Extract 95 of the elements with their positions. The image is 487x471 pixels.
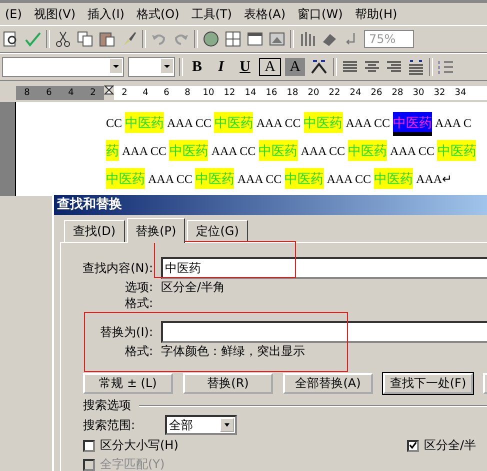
tab[interactable]: 查找(D) xyxy=(64,220,125,242)
dialog-button[interactable]: 常规 ± (L) xyxy=(83,373,173,394)
format-button[interactable]: A xyxy=(259,58,281,76)
ruler-number: 8 xyxy=(184,88,192,98)
ruler-number: 24 xyxy=(348,88,362,98)
document-text: 中医药 xyxy=(169,140,208,161)
scope-label: 搜索范围: xyxy=(83,416,136,434)
copy-icon[interactable] xyxy=(76,30,94,48)
document-text: AAA CC xyxy=(255,116,302,130)
ruler-number: 2 xyxy=(120,88,128,98)
window-icon[interactable] xyxy=(246,30,264,48)
brush-icon[interactable] xyxy=(120,30,138,48)
replace-label: 替换为(I): xyxy=(99,324,154,340)
document-text: 中医药 xyxy=(304,112,343,133)
menu-item[interactable]: 表格(A) xyxy=(238,6,291,22)
ruler-number: 6 xyxy=(162,88,170,98)
menu-item[interactable]: 窗口(W) xyxy=(292,6,348,22)
format-button[interactable]: A xyxy=(285,58,305,76)
ruler-number: 14 xyxy=(244,88,258,98)
document-text: 中医药 xyxy=(393,112,432,136)
document-text: 中医药 xyxy=(348,140,388,161)
document-text: 中医药 xyxy=(125,112,164,133)
format-label: 格式: xyxy=(124,294,154,312)
format-label: 格式: xyxy=(124,342,154,360)
document-text: AAA CC xyxy=(210,144,257,158)
options-label: 选项: xyxy=(124,278,154,296)
ruler-number: 28 xyxy=(390,88,404,98)
document-text: AAA CC xyxy=(166,116,212,130)
ruler-number: 26 xyxy=(370,88,384,98)
dialog-button[interactable]: 查找下一处(F) xyxy=(383,373,473,394)
document-text: AAA CC xyxy=(236,172,283,186)
distribute-icon[interactable] xyxy=(407,58,425,76)
find-label: 查找内容(N): xyxy=(82,260,154,276)
checkbox-label: 全字匹配(Y) xyxy=(100,456,165,471)
paste-icon[interactable] xyxy=(98,30,116,48)
menu-item[interactable]: 视图(V) xyxy=(28,6,81,22)
ruler-number: 22 xyxy=(328,88,342,98)
document-text: CC xyxy=(106,116,124,130)
ruler-number: 4 xyxy=(67,88,75,98)
ruler-number: 20 xyxy=(306,88,320,98)
find-field[interactable]: 中医药 xyxy=(161,257,487,279)
document-text: AAA CC xyxy=(389,144,436,158)
replace-field[interactable] xyxy=(161,321,487,343)
scope-dropdown[interactable]: 全部 xyxy=(165,415,237,435)
format-button[interactable]: B xyxy=(187,58,207,76)
ruler-number: 10 xyxy=(202,88,216,98)
numbered-list-icon[interactable] xyxy=(437,58,455,76)
menu-item[interactable]: 格式(O) xyxy=(131,6,184,22)
table-icon[interactable] xyxy=(224,30,242,48)
ruler-number: 30 xyxy=(412,88,426,98)
cut-icon[interactable] xyxy=(54,30,72,48)
ruler-number: 6 xyxy=(45,88,53,98)
document-text: 中医药 xyxy=(284,168,324,189)
document-text: 药 xyxy=(106,140,119,161)
ruler-number: 12 xyxy=(222,88,236,98)
ruler-number: 8 xyxy=(23,88,31,98)
checkbox[interactable] xyxy=(83,440,95,452)
document-text: 中医药 xyxy=(195,168,234,189)
dialog-button[interactable]: 全部替换(A) xyxy=(283,373,373,394)
document-text: AAA CC xyxy=(300,144,346,158)
format-button[interactable]: I xyxy=(211,58,231,76)
document-text: AAA↵ xyxy=(415,172,452,186)
document-text: AAA CC xyxy=(147,172,194,186)
tab[interactable]: 定位(G) xyxy=(187,220,248,242)
document-text: AAA CC xyxy=(326,172,372,186)
dialog-button[interactable]: 替换(R) xyxy=(183,373,273,394)
menu-item[interactable]: (E) xyxy=(0,7,27,21)
document-text: 中医药 xyxy=(106,168,145,189)
options-text: 区分全/半角 xyxy=(161,278,226,296)
document-text: AAA CC xyxy=(344,116,392,130)
menu-item[interactable]: 工具(T) xyxy=(186,6,237,22)
ruler-number: 16 xyxy=(264,88,278,98)
section-title: 搜索选项 xyxy=(83,397,131,414)
document-text: 中医药 xyxy=(258,140,298,161)
format-text: 字体颜色：鲜绿，突出显示 xyxy=(161,342,305,360)
document-text: 中医药 xyxy=(437,140,476,161)
ruler-number: 32 xyxy=(432,88,446,98)
menu-item[interactable]: 帮助(H) xyxy=(350,6,402,22)
menu-item[interactable]: 插入(I) xyxy=(82,6,130,22)
char-scale-icon[interactable] xyxy=(309,58,329,76)
ruler-number: 34 xyxy=(454,88,468,98)
checkbox-label: 区分大小写(H) xyxy=(100,437,178,454)
document-text: AAA CC xyxy=(121,144,168,158)
picture-frame-icon[interactable] xyxy=(268,30,286,48)
checkbox[interactable] xyxy=(406,440,419,452)
format-button[interactable]: U xyxy=(235,58,255,76)
document-text: AAA C xyxy=(434,116,472,130)
ruler-number: 18 xyxy=(286,88,300,98)
ruler-number: 2 xyxy=(89,88,97,98)
ruler-number: 4 xyxy=(142,88,150,98)
document-text: 中医药 xyxy=(214,112,254,133)
checkbox-label: 区分全/半 xyxy=(424,437,476,454)
dialog-title: 查找和替换 xyxy=(54,195,487,215)
document-text: 中医药 xyxy=(374,168,414,189)
tab[interactable]: 替换(P) xyxy=(126,218,186,243)
